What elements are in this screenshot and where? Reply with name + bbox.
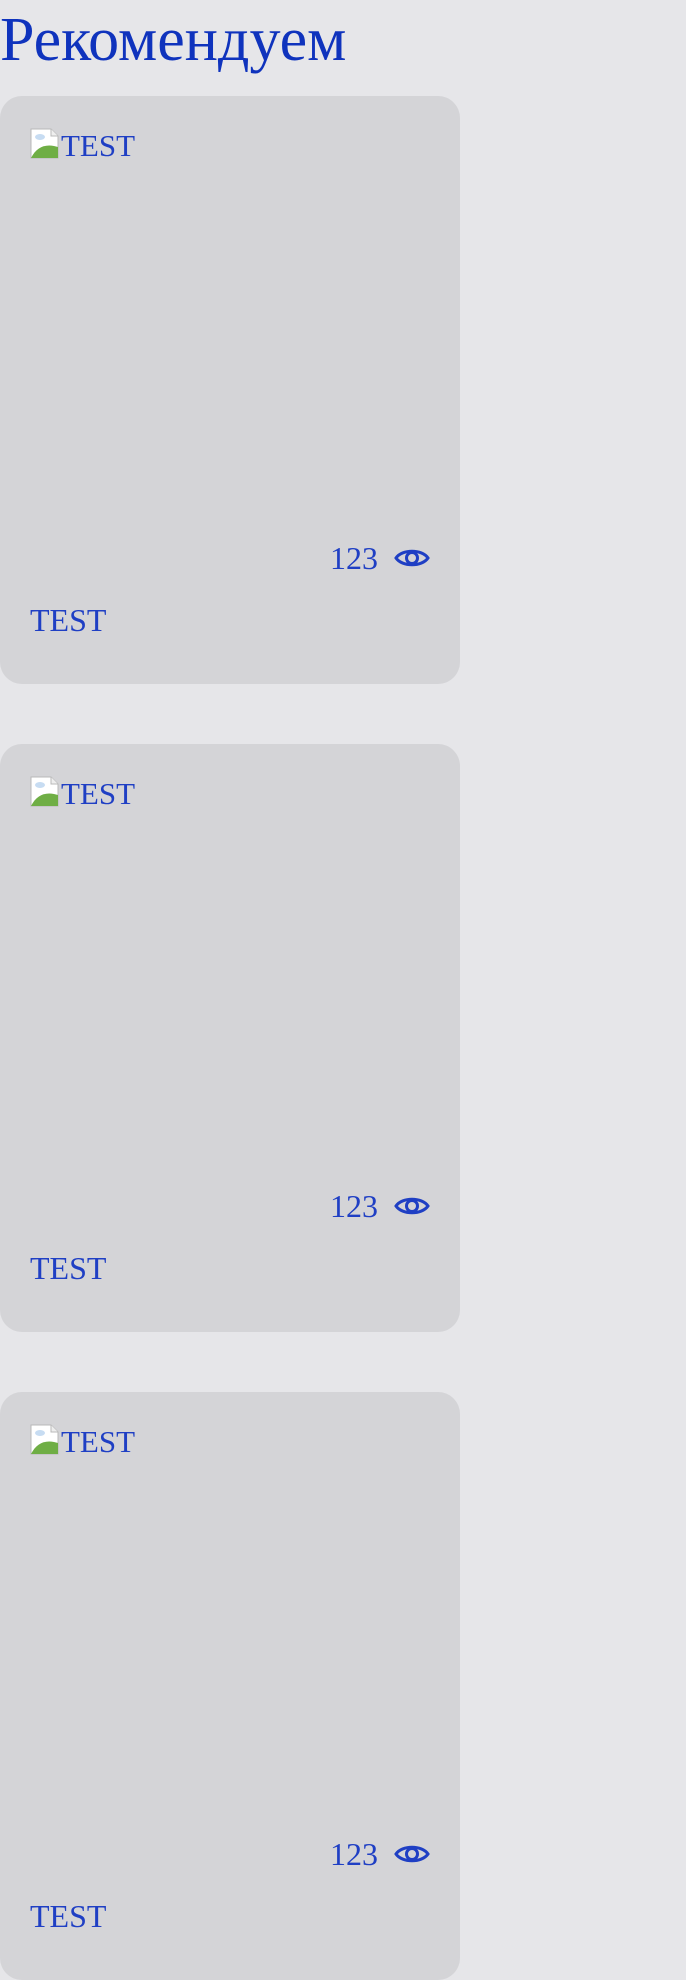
image-alt-text: TEST (61, 1424, 136, 1459)
card-image[interactable]: TEST (30, 126, 136, 163)
image-alt-text: TEST (61, 776, 136, 811)
broken-image-icon (30, 1424, 59, 1454)
eye-icon (394, 1845, 430, 1863)
views-counter: 123 (330, 1834, 430, 1874)
recommendation-card[interactable]: TEST 123 TEST (0, 1392, 460, 1980)
views-count: 123 (330, 1188, 378, 1224)
image-alt-text: TEST (61, 128, 136, 163)
card-image[interactable]: TEST (30, 1422, 136, 1459)
views-count: 123 (330, 1836, 378, 1872)
views-counter: 123 (330, 1186, 430, 1226)
recommendation-card[interactable]: TEST 123 TEST (0, 96, 460, 684)
page-title: Рекомендуем (0, 6, 347, 74)
card-image[interactable]: TEST (30, 774, 136, 811)
card-title-link[interactable]: TEST (30, 1248, 106, 1288)
card-title-link[interactable]: TEST (30, 600, 106, 640)
broken-image-icon (30, 776, 59, 806)
eye-icon (394, 549, 430, 567)
card-title-link[interactable]: TEST (30, 1896, 106, 1936)
broken-image-icon (30, 128, 59, 158)
eye-icon (394, 1197, 430, 1215)
views-count: 123 (330, 540, 378, 576)
recommendation-card[interactable]: TEST 123 TEST (0, 744, 460, 1332)
views-counter: 123 (330, 538, 430, 578)
